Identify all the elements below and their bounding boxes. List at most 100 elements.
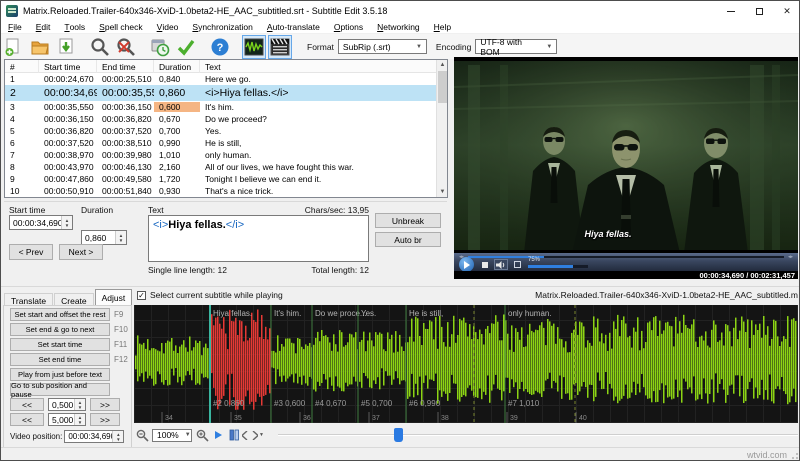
menu-auto-translate[interactable]: Auto-translate <box>260 21 327 34</box>
menu-video[interactable]: Video <box>150 21 186 34</box>
fullscreen-button[interactable] <box>514 261 521 268</box>
close-button[interactable]: ✕ <box>773 1 800 21</box>
unbreak-button[interactable]: Unbreak <box>375 213 441 228</box>
nudge-fwd-small-button[interactable]: >> <box>90 398 120 411</box>
next-button[interactable]: Next > <box>59 244 103 260</box>
spinner: ▲▼ <box>112 431 123 442</box>
table-row[interactable]: 900:00:47,86000:00:49,5801,720Tonight I … <box>5 173 447 185</box>
menu-spell-check[interactable]: Spell check <box>92 21 149 34</box>
column-header[interactable]: Start time <box>39 60 97 73</box>
table-row[interactable]: 500:00:36,82000:00:37,5200,700Yes. <box>5 125 447 137</box>
text-label: Text <box>148 205 164 215</box>
set-end-time-button[interactable]: Set end time <box>10 353 110 366</box>
svg-text:He is still,: He is still, <box>409 309 443 318</box>
svg-text:Do we proce...: Do we proce... <box>315 309 367 318</box>
maximize-button[interactable] <box>745 1 773 21</box>
mute-button[interactable] <box>494 259 508 270</box>
wave-play-button[interactable] <box>210 427 226 443</box>
svg-text:35: 35 <box>234 415 242 422</box>
set-end-go-to-next-button[interactable]: Set end & go to next <box>10 323 110 336</box>
nudge-fwd-large-button[interactable]: >> <box>90 413 120 426</box>
replace-button[interactable] <box>114 35 138 59</box>
shortcut-label: F11 <box>114 340 127 349</box>
zoom-in-button[interactable] <box>194 427 210 443</box>
auto-br-button[interactable]: Auto br <box>375 232 441 247</box>
nudge-small-input[interactable]: 0,500▲▼ <box>48 398 86 411</box>
menu-synchronization[interactable]: Synchronization <box>185 21 259 34</box>
tab-adjust[interactable]: Adjust <box>95 289 133 305</box>
waveform-zoom-dropdown[interactable]: 100%▼ <box>152 429 192 442</box>
svg-text:36: 36 <box>303 415 311 422</box>
table-row[interactable]: 400:00:36,15000:00:36,8200,670Do we proc… <box>5 113 447 125</box>
scroll-down-icon: ▼ <box>437 187 448 197</box>
window-title: Matrix.Reloaded.Trailer-640x346-XviD-1.0… <box>23 6 387 16</box>
title-bar[interactable]: Matrix.Reloaded.Trailer-640x346-XviD-1.0… <box>1 1 800 21</box>
go-to-sub-position-and-pause-button[interactable]: Go to sub position and pause <box>10 383 110 396</box>
column-header[interactable]: Duration <box>154 60 200 73</box>
svg-text:40: 40 <box>579 415 587 422</box>
volume-slider[interactable] <box>528 265 588 268</box>
subtitle-list-header[interactable]: #Start timeEnd timeDurationText <box>5 60 447 73</box>
list-scrollbar[interactable]: ▲ ▼ <box>436 60 447 197</box>
play-button[interactable] <box>459 257 474 272</box>
column-header[interactable]: Text <box>200 60 447 73</box>
table-row[interactable]: 100:00:24,67000:00:25,5100,840Here we go… <box>5 73 447 85</box>
nudge-large-input[interactable]: 5,000▲▼ <box>48 413 86 426</box>
column-header[interactable]: End time <box>97 60 154 73</box>
position-slider[interactable] <box>278 427 798 443</box>
zoom-out-button[interactable] <box>134 427 150 443</box>
menu-help[interactable]: Help <box>427 21 458 34</box>
waveform-panel[interactable]: Hiya fellas.#2 0,860It's him.#3 0,600Do … <box>134 305 798 423</box>
encoding-dropdown[interactable]: UTF-8 with BOM▼ <box>475 39 557 54</box>
table-row[interactable]: 1000:00:50,91000:00:51,8400,930That's a … <box>5 185 447 197</box>
select-current-subtitle-checkbox[interactable]: ✓ Select current subtitle while playing <box>137 290 283 300</box>
menu-edit[interactable]: Edit <box>29 21 58 34</box>
table-row[interactable]: 700:00:38,97000:00:39,9801,010only human… <box>5 149 447 161</box>
nudge-back-small-button[interactable]: << <box>10 398 44 411</box>
start-time-input[interactable]: 00:00:34,690▲▼ <box>9 215 73 230</box>
video-toggle-button[interactable] <box>268 35 292 59</box>
menu-file[interactable]: File <box>1 21 29 34</box>
find-button[interactable] <box>88 35 112 59</box>
open-file-button[interactable] <box>28 35 52 59</box>
shortcut-label: F9 <box>114 310 123 319</box>
menu-tools[interactable]: Tools <box>57 21 92 34</box>
vertical-zoom-button[interactable] <box>226 427 242 443</box>
spell-check-button[interactable] <box>174 35 198 59</box>
total-length-label: Total length: 12 <box>311 265 369 275</box>
format-dropdown[interactable]: SubRip (.srt)▼ <box>338 39 427 54</box>
slider-thumb[interactable] <box>394 428 403 442</box>
playback-mode-button[interactable]: ▼ <box>242 427 264 443</box>
visual-sync-button[interactable] <box>148 35 172 59</box>
minimize-button[interactable] <box>717 1 745 21</box>
set-start-and-offset-the-rest-button[interactable]: Set start and offset the rest <box>10 308 110 321</box>
seek-fwd-icon[interactable]: ◂▸ <box>788 254 793 260</box>
svg-text:#2 0,860: #2 0,860 <box>213 399 245 408</box>
spinner: ▲▼ <box>115 231 126 244</box>
set-start-time-button[interactable]: Set start time <box>10 338 110 351</box>
prev-button[interactable]: < Prev <box>9 244 53 260</box>
table-row[interactable]: 300:00:35,55000:00:36,1500,600It's him. <box>5 101 447 113</box>
resize-grip[interactable] <box>791 452 799 460</box>
video-player[interactable]: Hiya fellas. ◂▸ ◂▸ 75% 00:00:34,690 / 00… <box>454 57 798 279</box>
subtitle-text-editor[interactable]: <i>Hiya fellas.</i> <box>148 215 369 262</box>
table-row[interactable]: 600:00:37,52000:00:38,5100,990He is stil… <box>5 137 447 149</box>
seek-bar[interactable] <box>468 256 784 258</box>
menu-options[interactable]: Options <box>327 21 370 34</box>
table-row[interactable]: 200:00:34,69000:00:35,5500,860<i>Hiya fe… <box>5 85 447 101</box>
stop-button[interactable] <box>482 262 488 268</box>
new-file-button[interactable] <box>2 35 26 59</box>
nudge-back-large-button[interactable]: << <box>10 413 44 426</box>
chevron-down-icon: ▼ <box>410 44 422 50</box>
waveform-toggle-button[interactable] <box>242 35 266 59</box>
play-from-just-before-text-button[interactable]: Play from just before text <box>10 368 110 381</box>
waveform-icon <box>244 38 264 56</box>
table-row[interactable]: 800:00:43,97000:00:46,1302,160All of our… <box>5 161 447 173</box>
help-button[interactable]: ? <box>208 35 232 59</box>
video-position-input[interactable]: 00:00:34,690▲▼ <box>64 430 124 443</box>
column-header[interactable]: # <box>5 60 39 73</box>
duration-input[interactable]: 0,860▲▼ <box>81 230 127 245</box>
menu-networking[interactable]: Networking <box>370 21 427 34</box>
save-button[interactable] <box>54 35 78 59</box>
svg-text:#7 1,010: #7 1,010 <box>508 399 540 408</box>
